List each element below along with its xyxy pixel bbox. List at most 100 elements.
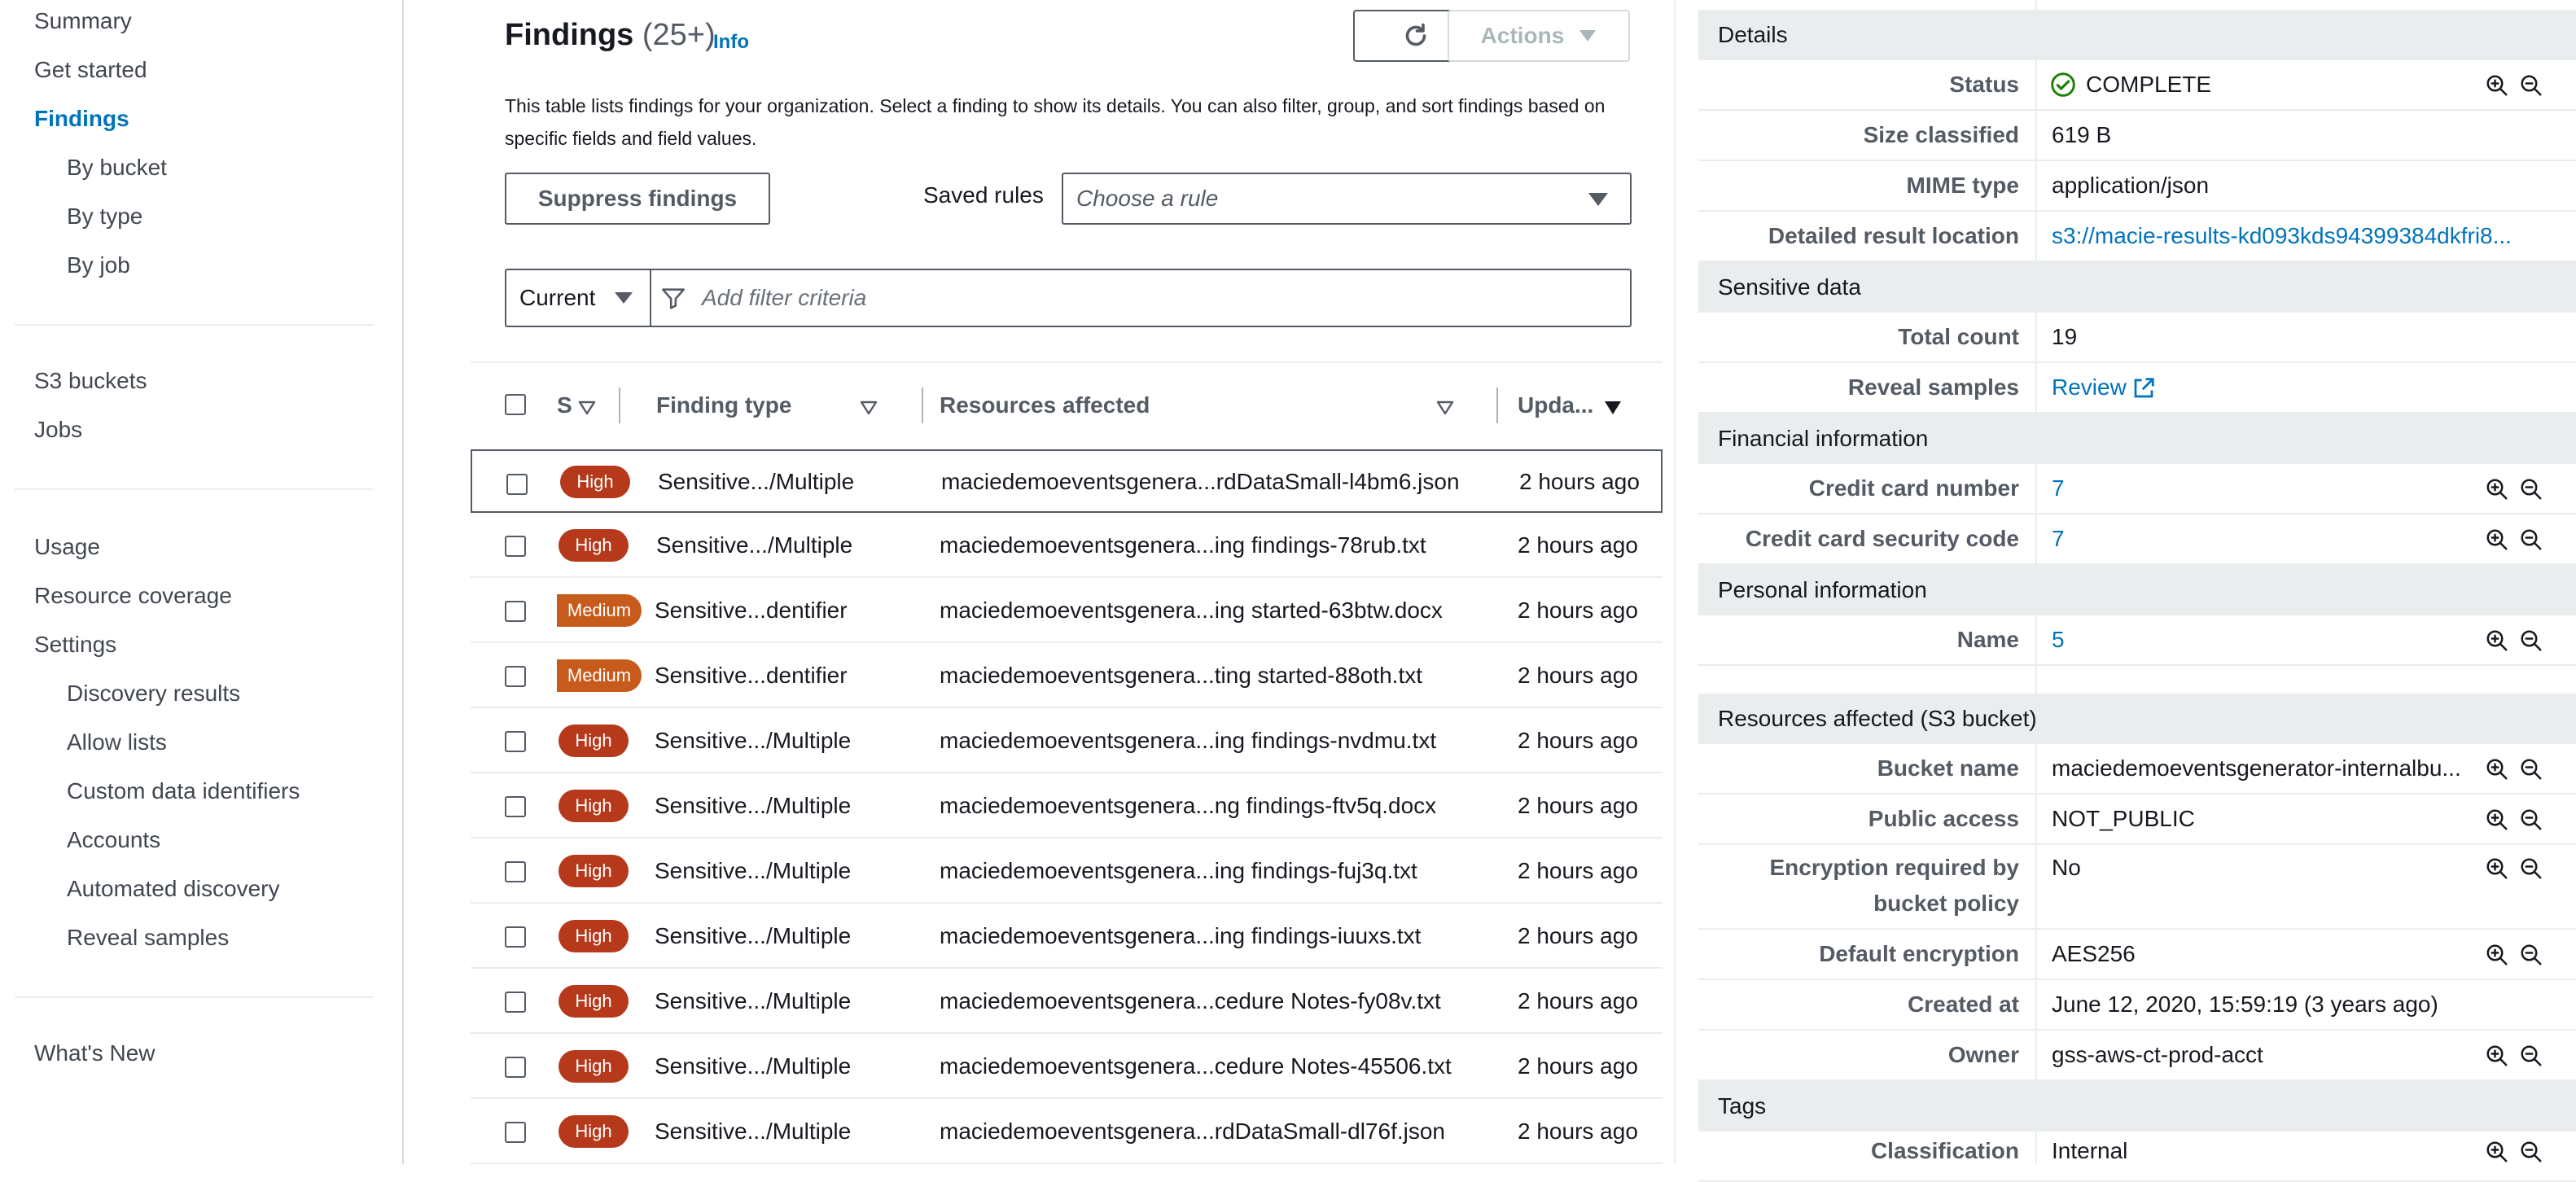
sidebar-item-allow-lists[interactable]: Allow lists xyxy=(67,728,167,757)
column-divider xyxy=(1496,387,1498,423)
sidebar-item-usage[interactable]: Usage xyxy=(34,532,100,562)
zoom-out-icon[interactable] xyxy=(2519,1140,2543,1164)
sidebar-item-reveal-samples[interactable]: Reveal samples xyxy=(67,923,229,952)
row-checkbox[interactable] xyxy=(505,601,526,622)
owner-value: gss-aws-ct-prod-acct xyxy=(2052,1042,2263,1067)
sidebar-item-automated-discovery[interactable]: Automated discovery xyxy=(67,874,279,904)
zoom-in-icon[interactable] xyxy=(2485,628,2509,653)
row-checkbox[interactable] xyxy=(505,1057,526,1078)
updated-cell: 2 hours ago xyxy=(1518,988,1638,1013)
zoom-in-icon[interactable] xyxy=(2485,856,2509,881)
row-checkbox[interactable] xyxy=(505,731,526,752)
sidebar-item-by-bucket[interactable]: By bucket xyxy=(67,153,167,182)
zoom-out-icon[interactable] xyxy=(2519,528,2543,552)
zoom-out-icon[interactable] xyxy=(2519,808,2543,832)
zoom-out-icon[interactable] xyxy=(2519,628,2543,653)
zoom-out-icon[interactable] xyxy=(2519,477,2543,501)
credit-card-security-code-value[interactable]: 7 xyxy=(2052,523,2065,555)
classification-value: Internal xyxy=(2052,1138,2128,1163)
finding-type-cell: Sensitive.../Multiple xyxy=(656,532,853,558)
table-row[interactable]: High Sensitive.../Multiple maciedemoeven… xyxy=(471,775,1663,838)
row-checkbox[interactable] xyxy=(505,861,526,882)
zoom-out-icon[interactable] xyxy=(2519,943,2543,967)
sidebar-item-jobs[interactable]: Jobs xyxy=(34,415,82,444)
zoom-in-icon[interactable] xyxy=(2485,1140,2509,1164)
table-row[interactable]: High Sensitive.../Multiple maciedemoeven… xyxy=(471,1035,1663,1099)
resource-cell: maciedemoeventsgenera...ing findings-nvd… xyxy=(940,728,1437,753)
zoom-in-icon[interactable] xyxy=(2485,943,2509,967)
zoom-out-icon[interactable] xyxy=(2519,856,2543,881)
sidebar-item-whats-new[interactable]: What's New xyxy=(34,1039,156,1068)
saved-rule-select[interactable]: Choose a rule xyxy=(1062,173,1632,225)
column-header-severity[interactable]: S xyxy=(557,392,572,418)
table-row[interactable]: Medium Sensitive...dentifier maciedemoev… xyxy=(471,645,1663,708)
zoom-in-icon[interactable] xyxy=(2485,757,2509,781)
resource-cell: maciedemoeventsgenera...ng findings-ftv5… xyxy=(940,793,1437,818)
sort-icon[interactable] xyxy=(860,401,878,415)
sidebar-item-resource-coverage[interactable]: Resource coverage xyxy=(34,581,232,611)
actions-button[interactable]: Actions xyxy=(1448,10,1630,62)
row-checkbox[interactable] xyxy=(505,796,526,817)
table-header: S Finding type Resources affected Upda..… xyxy=(471,381,1663,430)
zoom-in-icon[interactable] xyxy=(2485,1044,2509,1068)
row-checkbox[interactable] xyxy=(506,474,528,495)
sidebar-nav: Summary Get started Findings By bucket B… xyxy=(0,0,404,1164)
suppress-findings-button[interactable]: Suppress findings xyxy=(505,173,770,225)
table-row[interactable]: High Sensitive.../Multiple maciedemoeven… xyxy=(471,1101,1663,1164)
table-row[interactable]: High Sensitive.../Multiple maciedemoeven… xyxy=(471,710,1663,773)
zoom-in-icon[interactable] xyxy=(2485,477,2509,501)
table-row[interactable]: High Sensitive.../Multiple maciedemoeven… xyxy=(471,970,1663,1034)
sort-icon[interactable] xyxy=(1436,401,1454,415)
sidebar-item-findings[interactable]: Findings xyxy=(34,104,129,134)
credit-card-number-value[interactable]: 7 xyxy=(2052,472,2065,505)
sidebar-item-by-type[interactable]: By type xyxy=(67,202,142,231)
table-row[interactable]: Medium Sensitive...dentifier maciedemoev… xyxy=(471,580,1663,643)
updated-cell: 2 hours ago xyxy=(1518,1119,1638,1144)
info-link[interactable]: Info xyxy=(713,31,749,54)
row-checkbox[interactable] xyxy=(505,926,526,948)
total-count-label: Total count xyxy=(1898,324,2019,349)
location-label: Detailed result location xyxy=(1768,223,2019,248)
table-row[interactable]: High Sensitive.../Multiple maciedemoeven… xyxy=(471,840,1663,904)
refresh-icon xyxy=(1405,23,1426,46)
column-header-finding-type[interactable]: Finding type xyxy=(656,392,791,418)
table-row[interactable]: High Sensitive.../Multiple maciedemoeven… xyxy=(471,514,1663,578)
status-value: COMPLETE xyxy=(2086,72,2212,97)
sidebar-item-accounts[interactable]: Accounts xyxy=(67,825,160,855)
sidebar-item-get-started[interactable]: Get started xyxy=(34,55,147,85)
sidebar-item-settings[interactable]: Settings xyxy=(34,630,116,659)
zoom-in-icon[interactable] xyxy=(2485,73,2509,98)
sort-icon[interactable] xyxy=(578,401,596,415)
result-location-link[interactable]: s3://macie-results-kd093kds94399384dkfri… xyxy=(2052,220,2512,252)
zoom-out-icon[interactable] xyxy=(2519,757,2543,781)
row-checkbox[interactable] xyxy=(505,992,526,1013)
zoom-in-icon[interactable] xyxy=(2485,528,2509,552)
review-link[interactable]: Review xyxy=(2052,371,2127,404)
external-link-icon[interactable] xyxy=(2131,376,2156,401)
current-status-select[interactable]: Current xyxy=(506,270,651,326)
name-value[interactable]: 5 xyxy=(2052,624,2065,656)
updated-cell: 2 hours ago xyxy=(1518,923,1638,948)
sidebar-item-s3-buckets[interactable]: S3 buckets xyxy=(34,366,147,396)
name-label: Name xyxy=(1956,627,2019,652)
column-header-updated[interactable]: Upda... xyxy=(1518,392,1593,418)
zoom-in-icon[interactable] xyxy=(2485,808,2509,832)
table-row[interactable]: High Sensitive.../Multiple maciedemoeven… xyxy=(471,905,1663,969)
select-all-checkbox[interactable] xyxy=(505,394,526,415)
sidebar-item-by-job[interactable]: By job xyxy=(67,251,130,280)
row-checkbox[interactable] xyxy=(505,666,526,687)
row-checkbox[interactable] xyxy=(505,1122,526,1143)
sidebar-item-summary[interactable]: Summary xyxy=(34,7,132,36)
severity-badge: Medium xyxy=(557,594,642,627)
table-row[interactable]: High Sensitive.../Multiple maciedemoeven… xyxy=(471,449,1663,513)
sort-descending-icon[interactable] xyxy=(1604,401,1622,415)
zoom-out-icon[interactable] xyxy=(2519,1044,2543,1068)
section-resources-affected: Resources affected (S3 bucket) xyxy=(1698,694,2576,744)
zoom-out-icon[interactable] xyxy=(2519,73,2543,98)
filter-input[interactable]: Add filter criteria xyxy=(702,285,866,311)
column-header-resources-affected[interactable]: Resources affected xyxy=(940,392,1150,418)
row-checkbox[interactable] xyxy=(505,536,526,557)
detail-row-total-count: Total count 19 xyxy=(1698,313,2576,363)
sidebar-item-custom-data-identifiers[interactable]: Custom data identifiers xyxy=(67,777,300,806)
sidebar-item-discovery-results[interactable]: Discovery results xyxy=(67,679,240,708)
